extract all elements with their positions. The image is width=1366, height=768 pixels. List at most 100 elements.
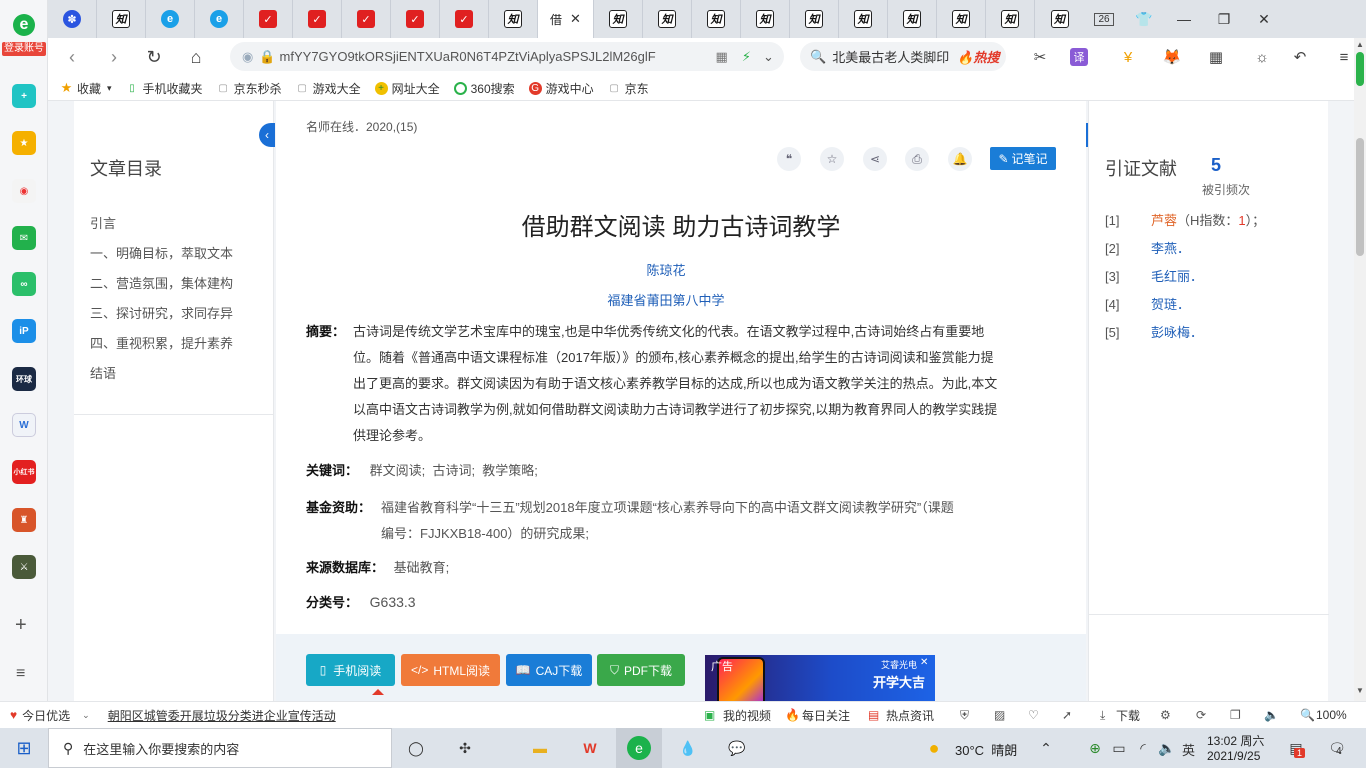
search-box[interactable]: 🔍 北美最古老人类脚印 🔥热搜 — [800, 42, 1006, 71]
brightness-icon[interactable]: ☼ — [1250, 46, 1274, 68]
scroll-thumb[interactable] — [1356, 52, 1364, 86]
share-icon[interactable]: ⋖ — [863, 147, 887, 171]
tab-zhiwang[interactable]: 知 — [594, 0, 643, 38]
tray-plus-icon[interactable]: ⊕ — [1083, 736, 1107, 760]
bookmark-sites[interactable]: + 网址大全 — [374, 80, 440, 97]
browser-logo[interactable]: e — [6, 10, 42, 46]
tab-red[interactable]: ✓ — [440, 0, 489, 38]
file-explorer-icon[interactable]: ▬ — [528, 736, 552, 760]
shirt-icon[interactable]: 👕 — [1124, 0, 1164, 38]
tab-e[interactable]: e — [146, 0, 195, 38]
star-icon[interactable]: ★ — [12, 131, 36, 155]
tab-zhiwang[interactable]: 知 — [1035, 0, 1084, 38]
citation-item[interactable]: [3] 毛红丽． — [1105, 263, 1325, 291]
source-line[interactable]: 名师在线．2020,(15) — [306, 118, 417, 135]
bookmark-game-center[interactable]: G 游戏中心 — [528, 80, 594, 97]
sync-icon[interactable]: ⟳ — [1196, 708, 1206, 722]
task-view-icon[interactable]: ◯ — [404, 736, 428, 760]
tab-zhiwang[interactable]: 知 — [839, 0, 888, 38]
wechat-icon[interactable]: 💬 — [725, 736, 749, 760]
daily-focus[interactable]: 每日关注 — [802, 707, 850, 724]
hot-search-badge[interactable]: 🔥热搜 — [957, 47, 999, 66]
tab-zhiwang[interactable]: 知 — [741, 0, 790, 38]
mail-icon[interactable]: ✉ — [12, 226, 36, 250]
volume-icon[interactable]: 🔈 — [1264, 708, 1279, 722]
windows-start-icon[interactable]: ⊞ — [12, 736, 36, 760]
bell-icon[interactable]: 🔔 — [948, 147, 972, 171]
bookmark-favorites[interactable]: ★ 收藏 ▾ — [60, 80, 112, 97]
html-read-button[interactable]: </> HTML阅读 — [401, 654, 500, 686]
qr-icon[interactable]: ▦ — [716, 49, 728, 65]
scroll-up-icon[interactable]: ▲ — [1356, 40, 1364, 49]
weibo-icon[interactable]: ◉ — [12, 179, 36, 203]
toc-item[interactable]: 二、营造氛围，集体建构 — [90, 269, 233, 299]
news-ticker[interactable]: 朝阳区城管委开展垃圾分类进企业宣传活动 — [108, 707, 336, 724]
settings-icon[interactable]: ⚙ — [1160, 708, 1171, 722]
tab-red[interactable]: ✓ — [391, 0, 440, 38]
hot-news[interactable]: 热点资讯 — [886, 707, 934, 724]
bookmark-mobile[interactable]: ▯ 手机收藏夹 — [126, 80, 202, 97]
caj-download-button[interactable]: 📖 CAJ下载 — [506, 654, 592, 686]
address-bar[interactable]: ◉ 🔒 mfYY7GYO9tkORSjiENTXUaR0N6T4PZtViApl… — [230, 42, 784, 71]
rocket-icon[interactable]: ➚ — [1062, 708, 1072, 722]
minimize-button[interactable]: — — [1164, 0, 1204, 38]
chevron-up-icon[interactable]: ⌃ — [1034, 736, 1058, 760]
login-button[interactable]: 登录账号 — [2, 42, 46, 56]
speaker-icon[interactable]: 🔈 — [1155, 736, 1179, 760]
translate-icon[interactable]: + — [12, 84, 36, 108]
my-video[interactable]: 我的视频 — [723, 707, 771, 724]
tab-baidu[interactable]: ✽ — [48, 0, 97, 38]
tab-zhiwang[interactable]: 知 — [489, 0, 538, 38]
main-menu-icon[interactable]: ≡ — [1332, 46, 1356, 68]
browser-taskbar-icon[interactable]: e — [627, 736, 651, 760]
tab-zhiwang[interactable]: 知 — [790, 0, 839, 38]
citation-item[interactable]: [2] 李燕． — [1105, 235, 1325, 263]
pdf-download-button[interactable]: ⛉ PDF下载 — [597, 654, 685, 686]
document-icon[interactable]: W — [12, 413, 36, 437]
paint-drop-icon[interactable]: 💧 — [676, 736, 700, 760]
tab-red[interactable]: ✓ — [342, 0, 391, 38]
close-icon[interactable]: ✕ — [570, 11, 581, 27]
scroll-down-icon[interactable]: ▼ — [1356, 686, 1364, 695]
citation-item[interactable]: [4] 贺琏． — [1105, 291, 1325, 319]
grid-icon[interactable]: ▦ — [1204, 46, 1228, 68]
toc-item[interactable]: 引言 — [90, 209, 233, 239]
citation-item[interactable]: [1] 芦蓉（H指数：1）； — [1105, 207, 1325, 235]
news-app-icon[interactable]: 环球 — [12, 367, 36, 391]
red-book-icon[interactable]: 小红书 — [12, 460, 36, 484]
tab-zhiwang[interactable]: 知 — [986, 0, 1035, 38]
game-icon-1[interactable]: ♜ — [12, 508, 36, 532]
undo-icon[interactable]: ↶ — [1288, 46, 1312, 68]
back-button[interactable]: ‹ — [52, 38, 92, 76]
vertical-scrollbar[interactable]: ▲ ▼ — [1354, 38, 1366, 701]
today-picks[interactable]: 今日优选 — [22, 707, 70, 724]
toc-item[interactable]: 三、探讨研究，求同存异 — [90, 299, 233, 329]
weather-text[interactable]: 30°C 晴朗 — [955, 740, 1017, 759]
tab-red[interactable]: ✓ — [293, 0, 342, 38]
shield-icon[interactable]: ⛨ — [960, 708, 969, 723]
bookmark-jd[interactable]: ▢ 京东 — [608, 80, 648, 97]
heartbeat-icon[interactable]: ♡ — [1028, 708, 1039, 722]
reload-button[interactable]: ↻ — [134, 38, 174, 76]
scissors-icon[interactable]: ✂ — [1028, 46, 1052, 68]
tab-e2[interactable]: e — [195, 0, 244, 38]
tab-zhiwang[interactable]: 知 — [643, 0, 692, 38]
tab-zhiwang[interactable]: 知 — [692, 0, 741, 38]
bookmark-jd-seckill[interactable]: ▢ 京东秒杀 — [217, 80, 281, 97]
tab-zhiwang[interactable]: 知 — [97, 0, 146, 38]
toc-item[interactable]: 结语 — [90, 359, 233, 389]
maximize-button[interactable]: ❐ — [1204, 0, 1244, 38]
scroll-thumb-page[interactable] — [1356, 138, 1364, 256]
mobile-read-button[interactable]: ▯ 手机阅读 — [306, 654, 395, 686]
speed-icon[interactable]: ⚡ — [742, 49, 751, 65]
game-icon-2[interactable]: ⚔ — [12, 555, 36, 579]
ad-banner[interactable]: 广告 艾睿光电 开学大吉 ✕ — [705, 655, 935, 701]
clock-time[interactable]: 13:02 周六 — [1207, 732, 1264, 749]
coin-icon[interactable]: ¥ — [1116, 46, 1140, 68]
citation-item[interactable]: [5] 彭咏梅． — [1105, 319, 1325, 347]
tab-zhiwang[interactable]: 知 — [937, 0, 986, 38]
translate-tool-icon[interactable]: 译 — [1070, 48, 1088, 66]
image-icon[interactable]: ▨ — [994, 708, 1005, 722]
taskbar-search[interactable]: ⚲ 在这里输入你要搜索的内容 — [48, 728, 392, 768]
wifi-icon[interactable]: ◜ — [1131, 736, 1155, 760]
